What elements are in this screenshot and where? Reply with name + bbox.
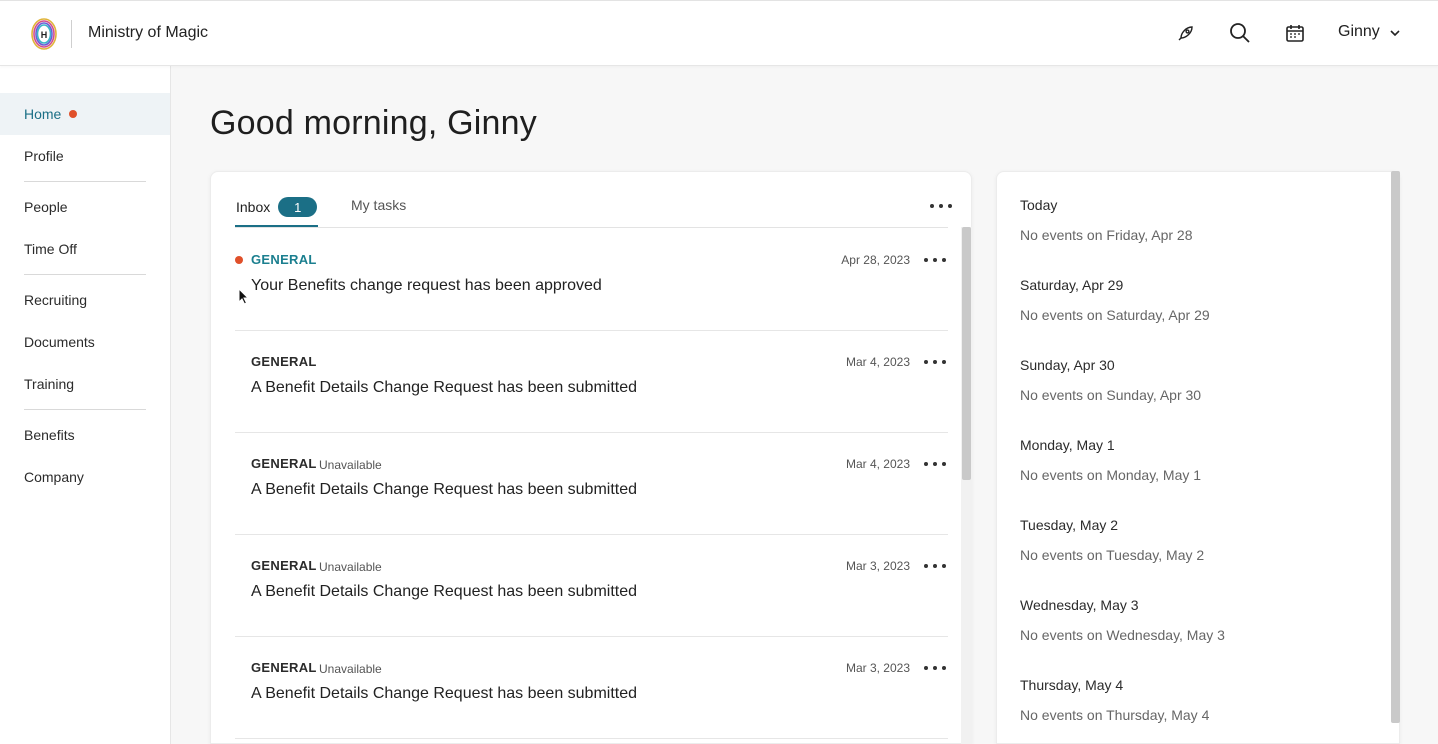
sidebar-item-label: People — [24, 199, 68, 215]
sidebar-item-label: Home — [24, 106, 62, 122]
message-status: Unavailable — [319, 560, 382, 574]
company-logo-icon[interactable]: H — [30, 17, 58, 51]
message-title: A Benefit Details Change Request has bee… — [251, 583, 638, 600]
day-label: Tuesday, May 2 — [1020, 517, 1119, 533]
calendar-icon[interactable] — [1283, 21, 1307, 45]
sidebar-item-benefits[interactable]: Benefits — [0, 414, 170, 456]
calendar-day: Today No events on Friday, Apr 28 — [1020, 197, 1193, 243]
sidebar-item-people[interactable]: People — [0, 186, 170, 228]
message-status: Unavailable — [319, 662, 382, 676]
header-divider — [71, 20, 72, 48]
sidebar-item-company[interactable]: Company — [0, 456, 170, 498]
sidebar-item-label: Documents — [24, 334, 95, 350]
inbox-message[interactable]: GENERAL Apr 28, 2023 Your Benefits chang… — [235, 229, 948, 331]
svg-text:H: H — [41, 30, 48, 40]
active-tab-indicator — [235, 225, 318, 227]
inbox-scrollbar-thumb[interactable] — [962, 227, 971, 480]
sidebar-item-time-off[interactable]: Time Off — [0, 228, 170, 270]
day-label: Monday, May 1 — [1020, 437, 1115, 453]
notification-dot — [69, 110, 78, 118]
sidebar: Home Profile People Time Off Recruiting … — [0, 66, 171, 744]
message-date: Mar 3, 2023 — [845, 559, 910, 573]
search-icon[interactable] — [1228, 21, 1252, 45]
message-title: Your Benefits change request has been ap… — [251, 277, 602, 294]
sidebar-item-label: Recruiting — [24, 292, 88, 308]
message-category: GENERAL — [251, 354, 317, 369]
page-title: Good morning, Ginny — [210, 104, 537, 142]
calendar-day: Monday, May 1 No events on Monday, May 1 — [1020, 437, 1201, 483]
message-title: A Benefit Details Change Request has bee… — [251, 379, 638, 396]
message-date: Apr 28, 2023 — [841, 253, 910, 267]
tab-inbox[interactable]: Inbox 1 — [236, 197, 318, 217]
tab-my-tasks[interactable]: My tasks — [351, 197, 406, 213]
tab-my-tasks-label: My tasks — [351, 197, 407, 213]
message-status: Unavailable — [319, 458, 382, 472]
top-header: H Ministry of Magic Ginny — [0, 0, 1438, 66]
no-events-text: No events on Sunday, Apr 30 — [1020, 387, 1202, 403]
sidebar-item-training[interactable]: Training — [0, 363, 170, 405]
mouse-cursor-icon — [238, 287, 250, 306]
chevron-down-icon — [1390, 23, 1400, 41]
inbox-card: Inbox 1 My tasks GENERAL Apr 28, 2023 Yo… — [210, 171, 972, 744]
sidebar-item-documents[interactable]: Documents — [0, 321, 170, 363]
message-category: GENERAL — [251, 252, 317, 267]
inbox-message[interactable]: GENERAL Unavailable Mar 4, 2023 A Benefi… — [235, 433, 948, 535]
no-events-text: No events on Tuesday, May 2 — [1020, 547, 1205, 563]
sidebar-item-label: Company — [24, 469, 84, 485]
no-events-text: No events on Monday, May 1 — [1020, 467, 1202, 483]
calendar-day: Wednesday, May 3 No events on Wednesday,… — [1020, 597, 1225, 643]
message-more-options-icon[interactable] — [924, 558, 946, 574]
user-name: Ginny — [1338, 23, 1380, 40]
day-label: Today — [1020, 197, 1058, 213]
inbox-message[interactable]: GENERAL Unavailable Mar 3, 2023 A Benefi… — [235, 637, 948, 739]
message-more-options-icon[interactable] — [924, 456, 946, 472]
day-label: Saturday, Apr 29 — [1020, 277, 1124, 293]
upcoming-events-card: Today No events on Friday, Apr 28 Saturd… — [996, 171, 1400, 744]
no-events-text: No events on Thursday, May 4 — [1020, 707, 1210, 723]
sidebar-item-recruiting[interactable]: Recruiting — [0, 279, 170, 321]
sidebar-item-label: Benefits — [24, 427, 75, 443]
inbox-count-badge: 1 — [278, 197, 318, 217]
inbox-more-options-icon[interactable] — [930, 198, 952, 214]
inbox-tabs: Inbox 1 My tasks — [235, 192, 952, 228]
calendar-day: Saturday, Apr 29 No events on Saturday, … — [1020, 277, 1210, 323]
unread-dot — [235, 256, 243, 264]
user-menu[interactable]: Ginny — [1338, 23, 1400, 41]
message-title: A Benefit Details Change Request has bee… — [251, 481, 638, 498]
message-more-options-icon[interactable] — [924, 252, 946, 268]
sidebar-item-label: Profile — [24, 148, 64, 164]
day-label: Thursday, May 4 — [1020, 677, 1124, 693]
calendar-day: Sunday, Apr 30 No events on Sunday, Apr … — [1020, 357, 1201, 403]
inbox-message[interactable]: GENERAL Mar 4, 2023 A Benefit Details Ch… — [235, 331, 948, 433]
tab-inbox-label: Inbox — [236, 199, 271, 215]
calendar-day: Tuesday, May 2 No events on Tuesday, May… — [1020, 517, 1204, 563]
sidebar-divider — [24, 181, 146, 182]
no-events-text: No events on Friday, Apr 28 — [1020, 227, 1193, 243]
sidebar-divider — [24, 274, 146, 275]
day-label: Sunday, Apr 30 — [1020, 357, 1115, 373]
calendar-scrollbar-thumb[interactable] — [1391, 171, 1400, 723]
message-more-options-icon[interactable] — [924, 660, 946, 676]
org-name: Ministry of Magic — [88, 24, 209, 41]
message-category: GENERAL — [251, 660, 317, 675]
calendar-day: Thursday, May 4 No events on Thursday, M… — [1020, 677, 1209, 723]
sidebar-item-home[interactable]: Home — [0, 93, 170, 135]
no-events-text: No events on Wednesday, May 3 — [1020, 627, 1225, 643]
sidebar-item-label: Training — [24, 376, 75, 392]
inbox-message[interactable]: GENERAL Unavailable Mar 3, 2023 A Benefi… — [235, 535, 948, 637]
message-date: Mar 3, 2023 — [845, 661, 910, 675]
message-category: GENERAL — [251, 456, 317, 471]
rocket-icon[interactable] — [1174, 21, 1198, 45]
sidebar-divider — [24, 409, 146, 410]
sidebar-item-label: Time Off — [24, 241, 77, 257]
day-label: Wednesday, May 3 — [1020, 597, 1139, 613]
message-category: GENERAL — [251, 558, 317, 573]
message-title: A Benefit Details Change Request has bee… — [251, 685, 638, 702]
message-date: Mar 4, 2023 — [845, 457, 910, 471]
message-more-options-icon[interactable] — [924, 354, 946, 370]
message-date: Mar 4, 2023 — [845, 355, 910, 369]
sidebar-item-profile[interactable]: Profile — [0, 135, 170, 177]
no-events-text: No events on Saturday, Apr 29 — [1020, 307, 1210, 323]
